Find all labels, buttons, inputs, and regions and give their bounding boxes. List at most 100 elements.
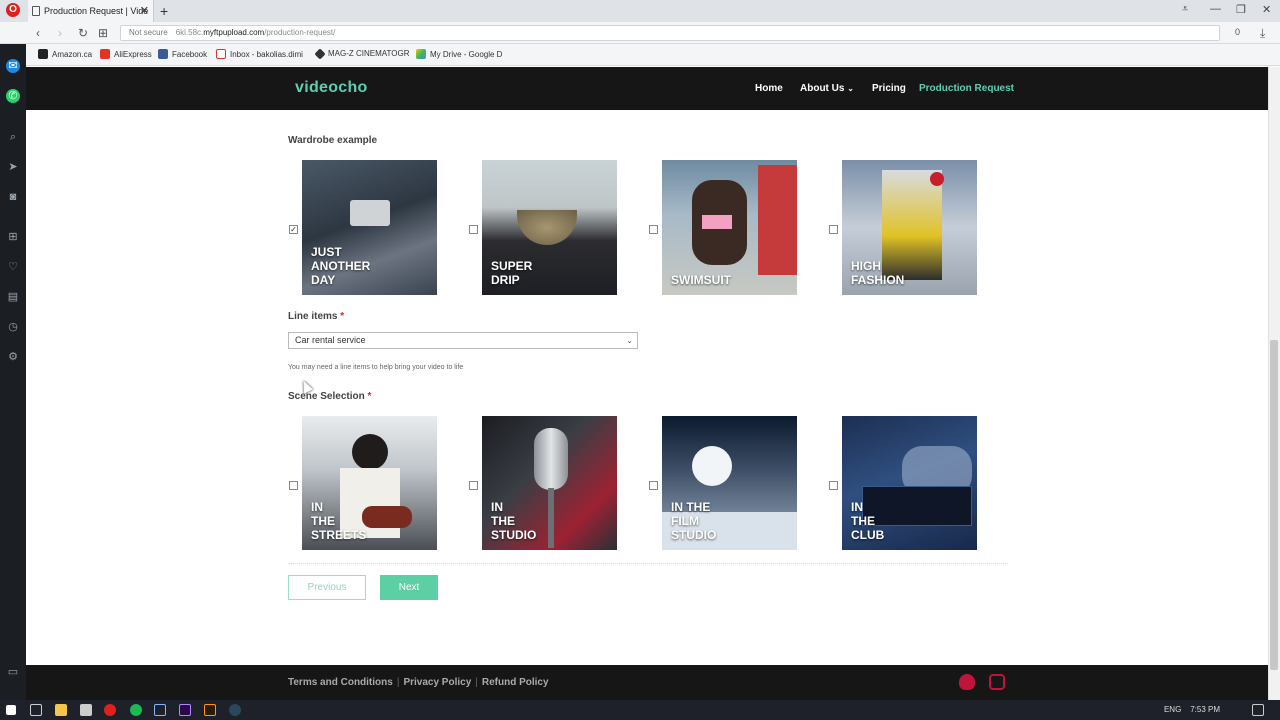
forward-icon[interactable]: › <box>58 26 62 40</box>
speed-dial-icon[interactable]: ⊞ <box>98 26 108 40</box>
task-view-icon[interactable] <box>30 704 42 716</box>
send-icon[interactable]: ➤ <box>6 160 20 174</box>
site-logo[interactable]: videocho <box>295 79 368 97</box>
wardrobe-option-super-drip[interactable]: SUPER DRIP <box>482 160 617 295</box>
system-tray: ENG 7:53 PM <box>1164 705 1220 714</box>
mic-stand <box>548 488 554 548</box>
browser-tab-bar: O Production Request | Vide ✕ + ⩡ — ❐ ✕ <box>0 0 1280 22</box>
privacy-link[interactable]: Privacy Policy <box>403 677 471 688</box>
steam-icon[interactable] <box>229 704 241 716</box>
microphone-shape <box>534 428 568 490</box>
nav-production-request[interactable]: Production Request <box>919 83 1014 94</box>
next-button[interactable]: Next <box>380 575 438 600</box>
settings-icon[interactable]: ⚙ <box>6 350 20 364</box>
search-icon[interactable]: ⌕ <box>6 130 20 144</box>
heart-icon[interactable]: ♡ <box>6 260 20 274</box>
scene-option-in-the-club[interactable]: IN THE CLUB <box>842 416 977 550</box>
back-icon[interactable]: ‹ <box>36 26 40 40</box>
browser-tab[interactable]: Production Request | Vide ✕ <box>28 0 154 22</box>
scene-checkbox-1[interactable] <box>289 481 298 490</box>
wardrobe-checkbox-1[interactable]: ✓ <box>289 225 298 234</box>
tab-menu-icon[interactable]: ⩡ <box>1182 3 1188 16</box>
bookmarks-bar: Amazon.ca AliExpress Facebook Inbox - ba… <box>26 44 1280 66</box>
windows-start-icon[interactable] <box>6 705 16 715</box>
necklace-prop <box>517 210 577 245</box>
url-path: /production-request/ <box>264 28 336 37</box>
url-host: myftpupload.com <box>203 28 265 37</box>
close-window-icon[interactable]: ✕ <box>1262 3 1271 16</box>
reload-icon[interactable]: ↻ <box>78 26 88 40</box>
premiere-icon[interactable] <box>179 704 191 716</box>
wardrobe-checkbox-3[interactable] <box>649 225 658 234</box>
minimize-icon[interactable]: — <box>1210 3 1221 15</box>
instagram-icon[interactable] <box>989 674 1005 690</box>
terms-link[interactable]: Terms and Conditions <box>288 677 393 688</box>
url-subdomain: 6kl.58c. <box>175 28 204 37</box>
refund-link[interactable]: Refund Policy <box>482 677 549 688</box>
bookmark-label: Facebook <box>172 50 208 59</box>
scene-checkbox-4[interactable] <box>829 481 838 490</box>
magz-icon <box>314 48 326 60</box>
messenger-icon[interactable]: ✉ <box>6 59 20 73</box>
url-field[interactable]: Not secure 6kl.58c.myftpupload.com/produc… <box>120 25 1220 41</box>
bookmark-gmail[interactable]: Inbox - bakolias.dimi <box>216 49 303 59</box>
close-tab-icon[interactable]: ✕ <box>140 4 149 17</box>
wardrobe-option-high-fashion[interactable]: HIGH FASHION <box>842 160 977 295</box>
illustrator-icon[interactable] <box>204 704 216 716</box>
required-mark: * <box>367 391 372 402</box>
download-icon[interactable]: ⤓ <box>1260 26 1265 41</box>
line-items-select[interactable]: Car rental service ⌄ <box>288 332 638 349</box>
footer-links: Terms and Conditions | Privacy Policy | Refu… <box>288 677 549 688</box>
bookmark-facebook[interactable]: Facebook <box>158 49 207 59</box>
wardrobe-option-just-another-day[interactable]: JUST ANOTHER DAY <box>302 160 437 295</box>
nav-about-label: About Us <box>800 83 845 94</box>
bookmark-aliexpress[interactable]: AliExpress <box>100 49 152 59</box>
bookmark-label: Amazon.ca <box>52 50 93 59</box>
speed-dial-sidebar-icon[interactable]: ⊞ <box>6 230 20 244</box>
scene-caption: IN THE STUDIO <box>491 500 537 542</box>
notifications-icon[interactable] <box>1252 704 1264 716</box>
camera-icon[interactable]: ◙ <box>6 190 20 204</box>
maximize-icon[interactable]: ❐ <box>1236 3 1246 16</box>
bookmark-amazon[interactable]: Amazon.ca <box>38 49 92 59</box>
previous-button[interactable]: Previous <box>288 575 366 600</box>
opera-logo-icon[interactable]: O <box>6 3 20 17</box>
address-bar-row: ‹ › ↻ ⊞ Not secure 6kl.58c.myftpupload.co… <box>0 22 1280 44</box>
wardrobe-checkbox-2[interactable] <box>469 225 478 234</box>
red-flower <box>930 172 944 186</box>
opera-taskbar-icon[interactable] <box>104 704 116 716</box>
scene-option-in-the-film-studio[interactable]: IN THE FILM STUDIO <box>662 416 797 550</box>
sidebar-toggle-icon[interactable]: ▭ <box>6 665 20 679</box>
nav-home[interactable]: Home <box>755 83 783 94</box>
line-items-text: Line items <box>288 311 338 322</box>
nav-about-us[interactable]: About Us ⌄ <box>800 83 854 94</box>
gmail-icon <box>216 49 226 59</box>
wardrobe-option-swimsuit[interactable]: SWIMSUIT <box>662 160 797 295</box>
scrollbar-thumb[interactable] <box>1270 340 1278 670</box>
nav-pricing[interactable]: Pricing <box>872 83 906 94</box>
opera-sidebar: ✉ ✆ ⌕ ➤ ◙ ⊞ ♡ ▤ ◷ ⚙ ▭ <box>0 44 26 700</box>
history-icon[interactable]: ◷ <box>6 320 20 334</box>
snapchat-icon[interactable] <box>959 674 975 690</box>
new-tab-icon[interactable]: + <box>160 3 168 19</box>
file-explorer-icon[interactable] <box>55 704 67 716</box>
spotify-icon[interactable] <box>130 704 142 716</box>
wardrobe-caption: SWIMSUIT <box>671 273 731 287</box>
bookmark-magz[interactable]: MAG-Z CINEMATOGR <box>314 48 409 60</box>
scene-option-in-the-studio[interactable]: IN THE STUDIO <box>482 416 617 550</box>
facebook-icon <box>158 49 168 59</box>
scene-option-in-the-streets[interactable]: IN THE STREETS <box>302 416 437 550</box>
mail-icon[interactable] <box>80 704 92 716</box>
chevron-down-icon: ⌄ <box>626 336 633 345</box>
news-icon[interactable]: ▤ <box>6 290 20 304</box>
not-secure-label: Not secure <box>129 28 168 37</box>
scene-checkbox-2[interactable] <box>469 481 478 490</box>
whatsapp-icon[interactable]: ✆ <box>6 89 20 103</box>
app-icon[interactable] <box>154 704 166 716</box>
clock[interactable]: 7:53 PM <box>1190 705 1220 714</box>
wardrobe-checkbox-4[interactable] <box>829 225 838 234</box>
language-indicator[interactable]: ENG <box>1164 705 1181 714</box>
bookmark-drive[interactable]: My Drive - Google D <box>416 49 502 59</box>
scene-checkbox-3[interactable] <box>649 481 658 490</box>
url-badge[interactable]: 0 <box>1235 27 1240 37</box>
